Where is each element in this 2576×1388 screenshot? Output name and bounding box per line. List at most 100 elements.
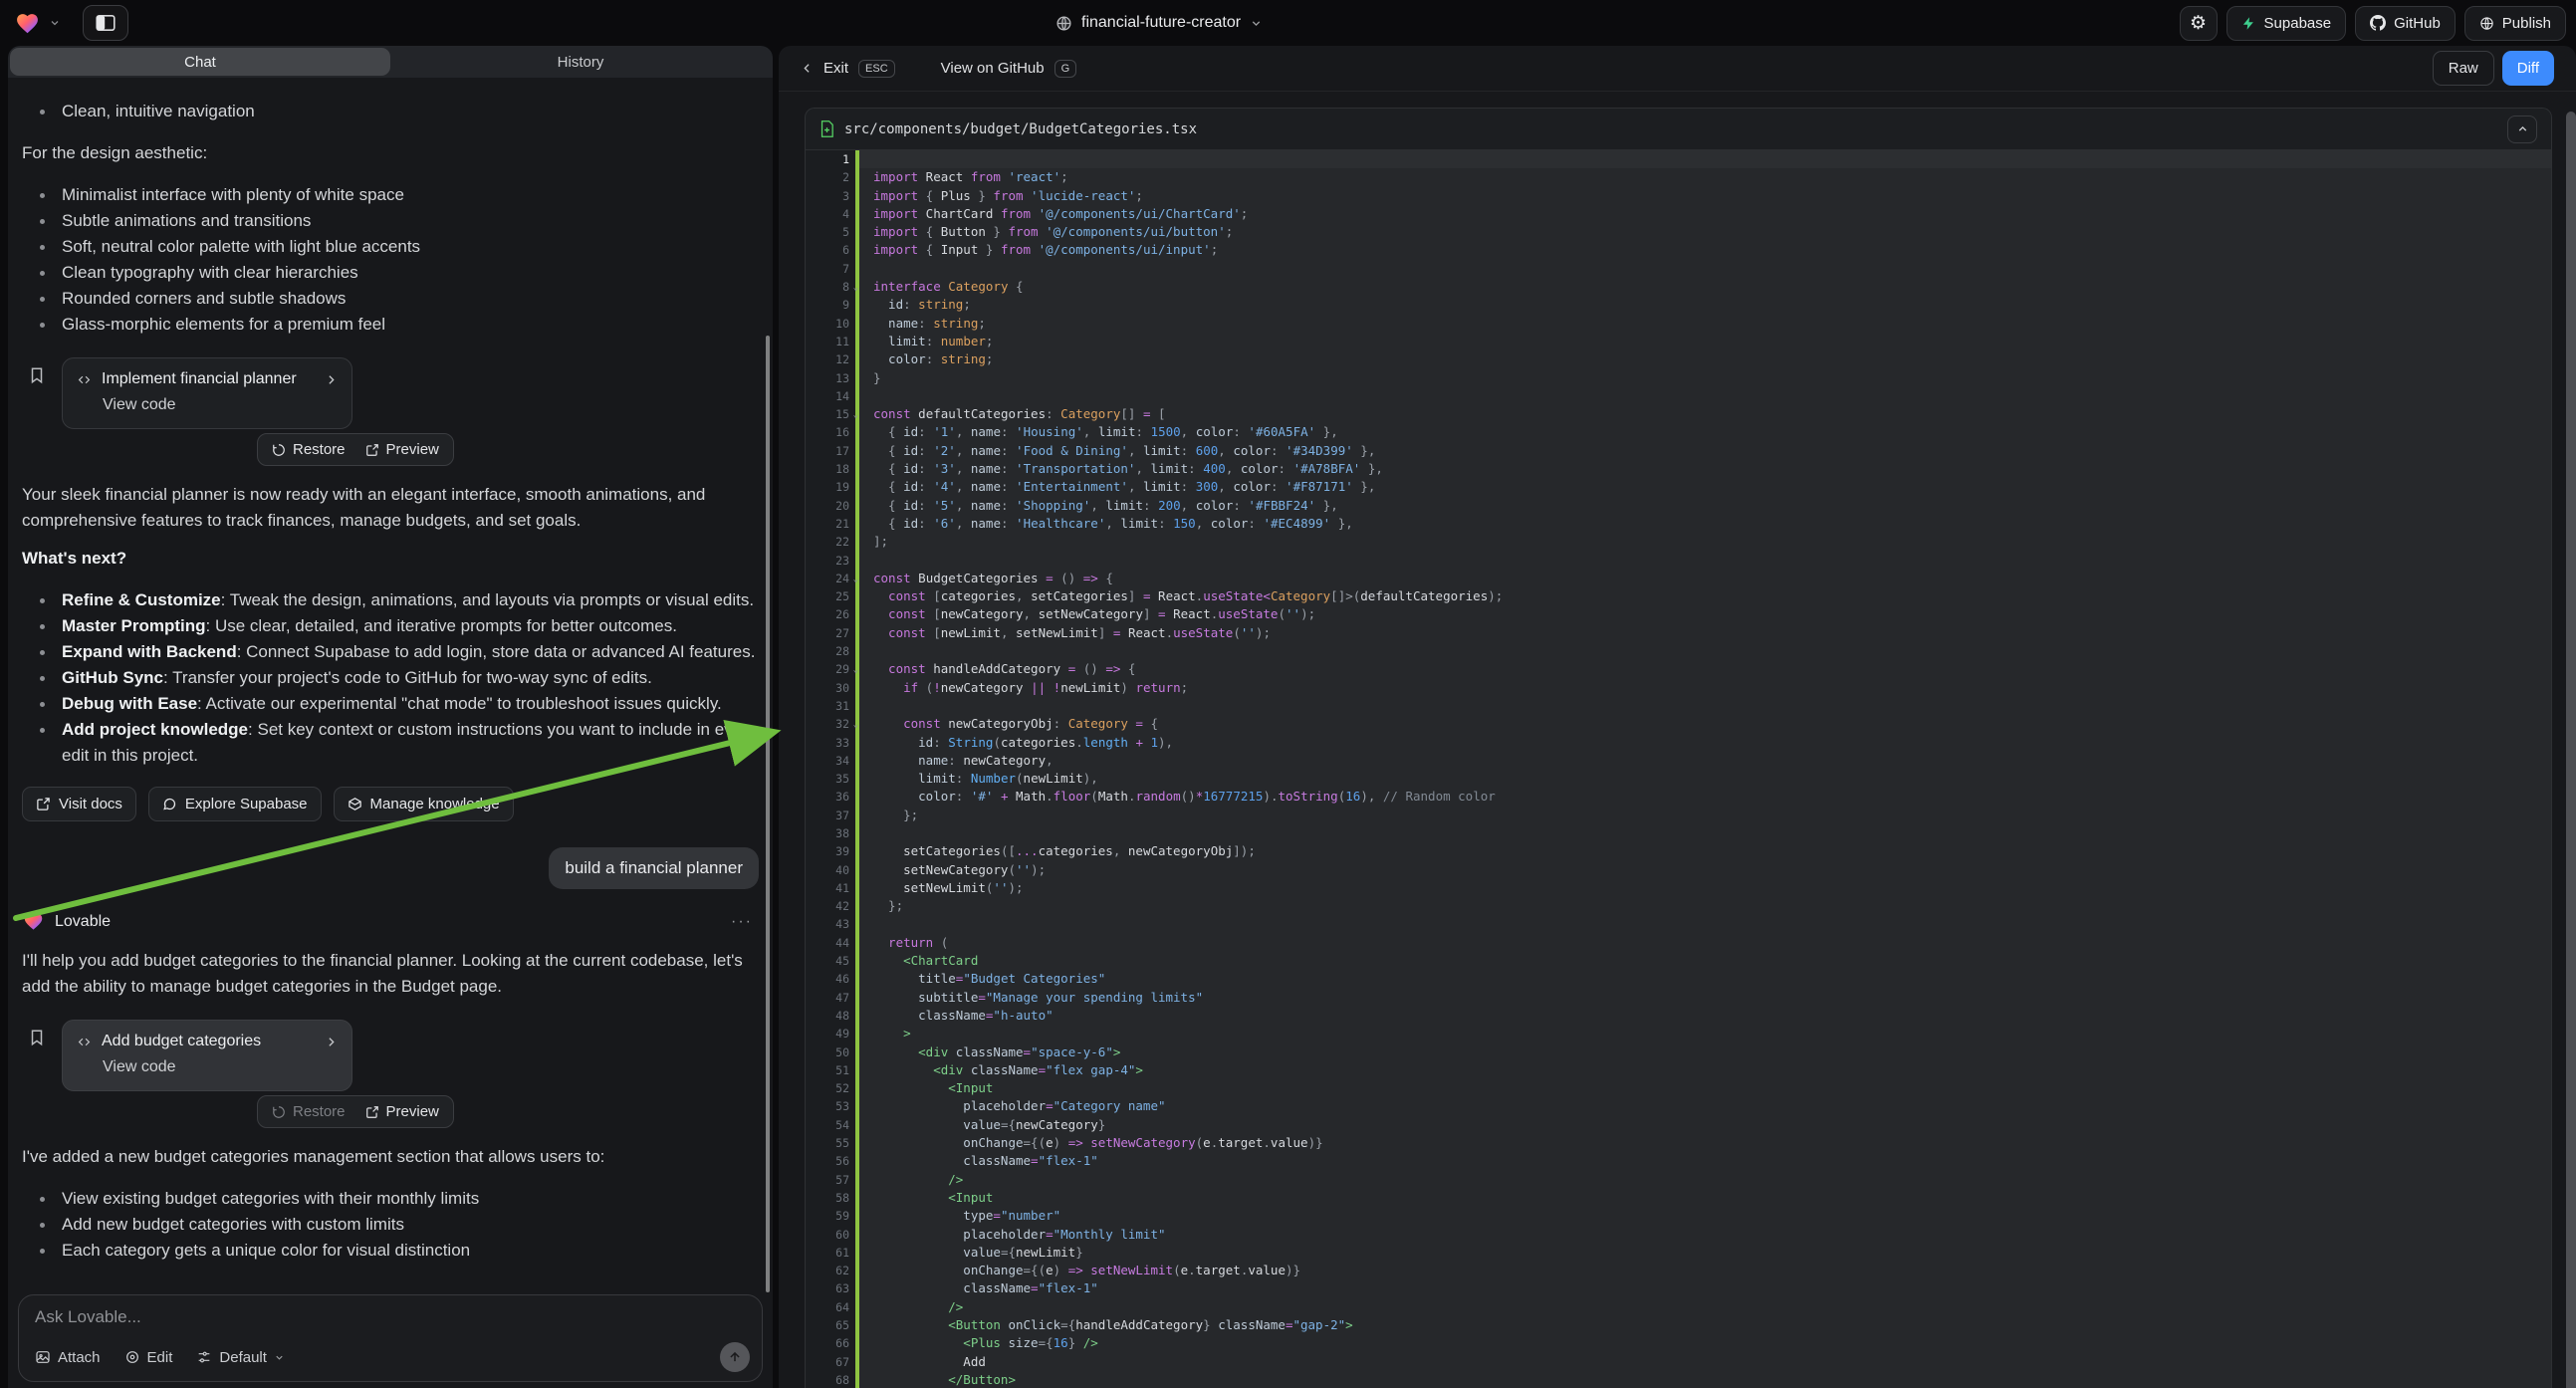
fold-chevron-icon[interactable]: ⌄ xyxy=(853,406,858,424)
code-scrollbar[interactable] xyxy=(2566,112,2576,1388)
restore-button[interactable]: Restore xyxy=(272,1103,346,1120)
code-line: 64 /> xyxy=(806,1298,2551,1316)
chat-input[interactable] xyxy=(35,1307,746,1327)
send-button[interactable] xyxy=(720,1342,750,1372)
list-item: Clean, intuitive navigation xyxy=(22,99,759,124)
preview-button[interactable]: Preview xyxy=(365,441,439,458)
code-line-content: { id: '5', name: 'Shopping', limit: 200,… xyxy=(859,497,2551,515)
chevron-up-icon xyxy=(2516,122,2529,135)
line-number: 13 xyxy=(806,369,855,387)
view-code-link[interactable]: View code xyxy=(103,396,338,418)
code-file-header[interactable]: src/components/budget/BudgetCategories.t… xyxy=(806,109,2551,150)
line-number: 23 xyxy=(806,552,855,570)
preview-button[interactable]: Preview xyxy=(365,1103,439,1120)
bookmark-icon[interactable] xyxy=(28,1028,46,1047)
code-line-content: id: String(categories.length + 1), xyxy=(859,734,2551,752)
diff-button[interactable]: Diff xyxy=(2502,51,2554,86)
fold-chevron-icon[interactable]: ⌄ xyxy=(853,279,858,297)
fold-chevron-icon[interactable]: ⌄ xyxy=(853,716,858,734)
line-number: 65 xyxy=(806,1316,855,1334)
lovable-logo-icon[interactable] xyxy=(14,11,41,36)
visit-docs-button[interactable]: Visit docs xyxy=(22,787,136,821)
list-item: Minimalist interface with plenty of whit… xyxy=(22,182,759,208)
chat-paragraph: Your sleek financial planner is now read… xyxy=(22,482,749,534)
code-line: 18 { id: '3', name: 'Transportation', li… xyxy=(806,460,2551,478)
line-number: 64 xyxy=(806,1298,855,1316)
line-number: 6 xyxy=(806,241,855,259)
edit-mode-button[interactable]: Edit xyxy=(124,1349,173,1366)
settings-gear-button[interactable]: ⚙ xyxy=(2180,6,2218,41)
line-number: 42 xyxy=(806,897,855,915)
code-line-content: type="number" xyxy=(859,1207,2551,1225)
version-card-row: Implement financial planner View code Rest… xyxy=(28,357,759,466)
publish-button[interactable]: Publish xyxy=(2464,6,2566,41)
tab-history[interactable]: History xyxy=(390,48,771,76)
line-number: 3 xyxy=(806,187,855,205)
chat-panel: Chat History Clean, intuitive navigation… xyxy=(8,46,773,1388)
model-default-dropdown[interactable]: Default xyxy=(196,1349,285,1366)
attach-button[interactable]: Attach xyxy=(35,1349,101,1366)
code-line-content: }; xyxy=(859,807,2551,824)
code-line: 35 limit: Number(newLimit), xyxy=(806,770,2551,788)
code-line: 36 color: '#' + Math.floor(Math.random()… xyxy=(806,788,2551,806)
code-line-content: const defaultCategories: Category[] = [ xyxy=(859,405,2551,423)
file-added-icon xyxy=(820,120,834,137)
code-line-content: setNewCategory(''); xyxy=(859,861,2551,879)
code-line-content: /> xyxy=(859,1298,2551,1316)
github-button[interactable]: GitHub xyxy=(2355,6,2456,41)
exit-button[interactable]: Exit ESC xyxy=(801,60,895,78)
chat-bubble-icon xyxy=(162,797,177,811)
chat-paragraph: I'll help you add budget categories to t… xyxy=(22,948,749,1000)
code-line: 65 <Button onClick={handleAddCategory} c… xyxy=(806,1316,2551,1334)
list-item: Master Prompting: Use clear, detailed, a… xyxy=(22,613,759,639)
logo-chevron-down-icon[interactable] xyxy=(49,17,61,29)
tab-chat[interactable]: Chat xyxy=(10,48,390,76)
fold-chevron-icon[interactable]: ⌄ xyxy=(853,571,858,588)
code-line: 54 value={newCategory} xyxy=(806,1116,2551,1134)
code-content[interactable]: 12import React from 'react';3import { Pl… xyxy=(806,150,2551,1388)
code-line-content: { id: '6', name: 'Healthcare', limit: 15… xyxy=(859,515,2551,533)
line-number: 46 xyxy=(806,970,855,988)
code-line-content: placeholder="Category name" xyxy=(859,1097,2551,1115)
message-menu-button[interactable]: ··· xyxy=(731,913,753,931)
supabase-bolt-icon xyxy=(2241,16,2256,31)
line-number: 16 xyxy=(806,423,855,441)
chat-bullet-list: Minimalist interface with plenty of whit… xyxy=(22,182,759,338)
list-item: View existing budget categories with the… xyxy=(22,1186,759,1212)
chat-scrollbar[interactable] xyxy=(766,336,770,1292)
manage-knowledge-button[interactable]: Manage knowledge xyxy=(334,787,514,821)
code-line-content: interface Category { xyxy=(859,278,2551,296)
explore-supabase-button[interactable]: Explore Supabase xyxy=(148,787,322,821)
preview-icon xyxy=(365,1105,379,1119)
version-card[interactable]: Implement financial planner View code xyxy=(62,357,352,429)
view-code-link[interactable]: View code xyxy=(103,1058,338,1080)
heart-avatar-icon xyxy=(22,911,45,932)
code-line-content: className="flex-1" xyxy=(859,1152,2551,1170)
code-line-content: <div className="space-y-6"> xyxy=(859,1043,2551,1061)
code-line: 41 setNewLimit(''); xyxy=(806,879,2551,897)
code-line: 30 if (!newCategory || !newLimit) return… xyxy=(806,679,2551,697)
code-line: 2import React from 'react'; xyxy=(806,168,2551,186)
view-on-github-button[interactable]: View on GitHub G xyxy=(941,60,1077,78)
collapse-file-button[interactable] xyxy=(2507,116,2537,143)
line-number: 60 xyxy=(806,1226,855,1244)
sidebar-toggle-button[interactable] xyxy=(83,5,128,41)
version-card[interactable]: Add budget categoriesView code xyxy=(62,1020,352,1091)
code-line: 62 onChange={(e) => setNewLimit(e.target… xyxy=(806,1262,2551,1279)
raw-button[interactable]: Raw xyxy=(2433,51,2494,86)
line-number: 63 xyxy=(806,1279,855,1297)
supabase-button[interactable]: Supabase xyxy=(2226,6,2347,41)
bookmark-icon[interactable] xyxy=(28,365,46,385)
line-number: 25 xyxy=(806,587,855,605)
code-line-content xyxy=(859,642,2551,660)
project-switcher[interactable]: financial-future-creator xyxy=(1055,0,1263,46)
attach-image-icon xyxy=(35,1349,51,1365)
code-line: 68 </Button> xyxy=(806,1371,2551,1388)
restore-button[interactable]: Restore xyxy=(272,441,346,458)
line-number: 48 xyxy=(806,1007,855,1025)
list-item: Refine & Customize: Tweak the design, an… xyxy=(22,587,759,613)
fold-chevron-icon[interactable]: ⌄ xyxy=(853,661,858,679)
line-number: 52 xyxy=(806,1079,855,1097)
g-kbd-badge: G xyxy=(1054,60,1077,78)
version-card-label: Implement financial planner xyxy=(102,370,315,388)
